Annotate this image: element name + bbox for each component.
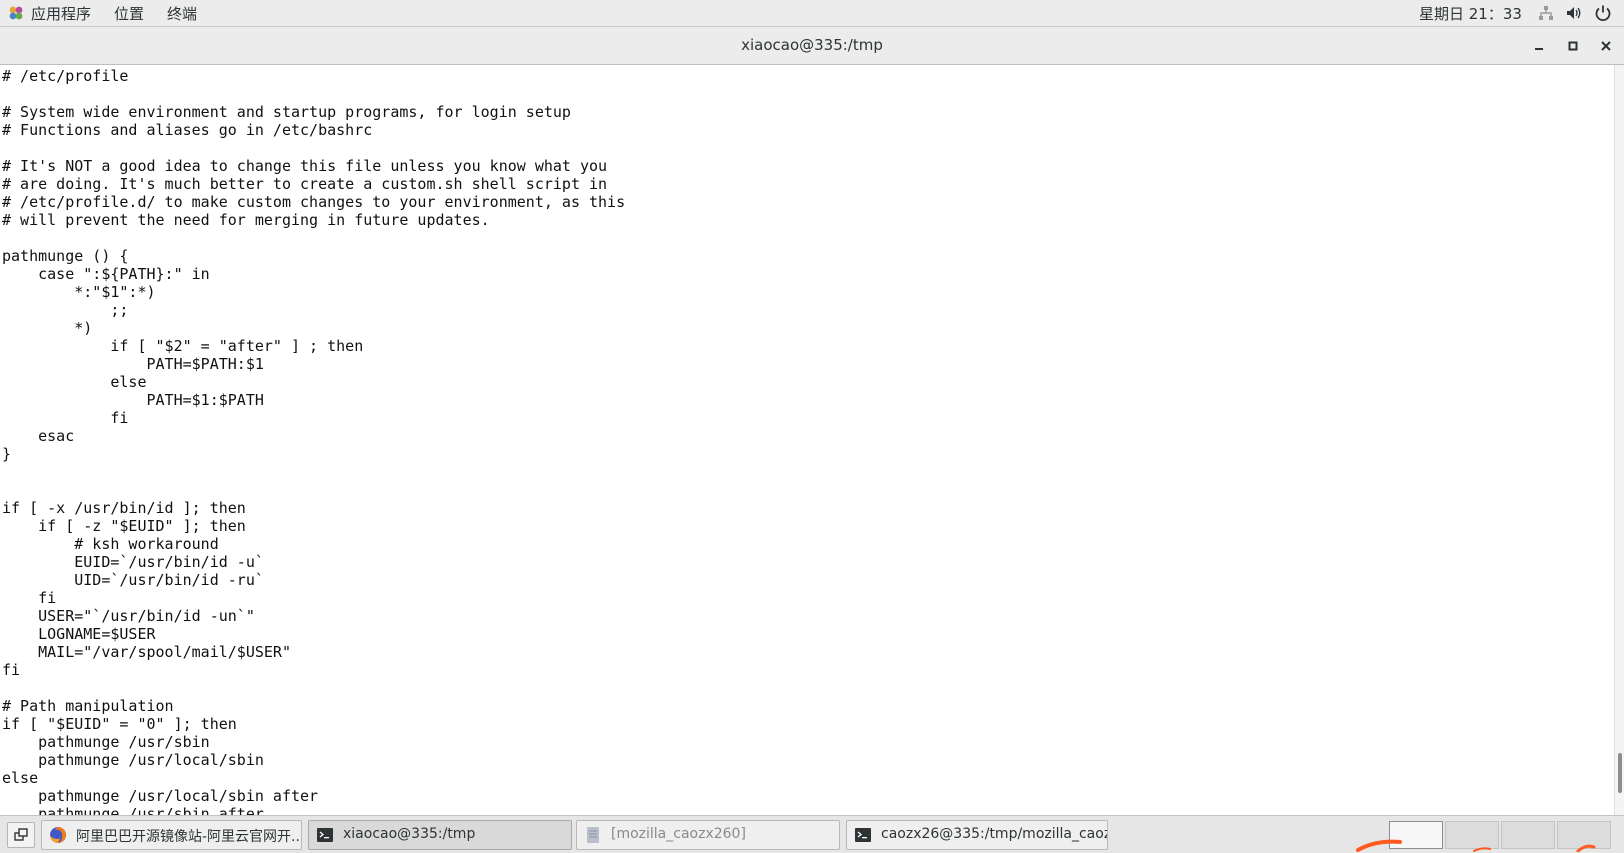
power-icon[interactable] bbox=[1594, 4, 1612, 22]
window-titlebar[interactable]: xiaocao@335:/tmp bbox=[0, 27, 1624, 65]
annotation-stroke bbox=[1356, 839, 1596, 852]
menu-terminal[interactable]: 终端 bbox=[167, 3, 197, 24]
terminal-content[interactable]: # /etc/profile # System wide environment… bbox=[0, 65, 1614, 815]
terminal-icon bbox=[317, 828, 333, 842]
top-panel: 应用程序 位置 终端 星期日 21：33 bbox=[0, 0, 1624, 27]
network-icon[interactable] bbox=[1538, 5, 1554, 21]
maximize-button[interactable] bbox=[1562, 35, 1584, 57]
taskbar-item-files[interactable]: [mozilla_caozx260] bbox=[576, 820, 840, 850]
close-icon bbox=[1601, 41, 1611, 51]
firefox-icon bbox=[50, 827, 66, 843]
terminal-icon bbox=[855, 828, 871, 842]
show-desktop-icon bbox=[14, 828, 28, 841]
clock[interactable]: 星期日 21：33 bbox=[1419, 3, 1522, 24]
taskbar-item-firefox[interactable]: 阿里巴巴开源镜像站-阿里云官网开... bbox=[41, 820, 302, 850]
scrollbar-thumb[interactable] bbox=[1618, 753, 1622, 793]
file-icon bbox=[587, 827, 599, 843]
window-title: xiaocao@335:/tmp bbox=[741, 36, 883, 54]
close-button[interactable] bbox=[1595, 35, 1617, 57]
taskbar-item-terminal[interactable]: caozx26@335:/tmp/mozilla_caozx··· bbox=[846, 820, 1108, 850]
scrollbar[interactable] bbox=[1614, 65, 1624, 815]
menu-applications[interactable]: 应用程序 bbox=[31, 3, 91, 24]
taskbar-item-terminal-active[interactable]: xiaocao@335:/tmp bbox=[308, 820, 572, 850]
apps-icon[interactable] bbox=[8, 5, 24, 21]
terminal-text[interactable]: # /etc/profile # System wide environment… bbox=[0, 65, 1614, 815]
taskbar-item-label: xiaocao@335:/tmp bbox=[343, 826, 476, 842]
volume-icon[interactable] bbox=[1566, 5, 1582, 21]
taskbar-item-label: 阿里巴巴开源镜像站-阿里云官网开... bbox=[76, 829, 302, 845]
taskbar-item-label: caozx26@335:/tmp/mozilla_caozx··· bbox=[881, 826, 1108, 842]
maximize-icon bbox=[1568, 41, 1578, 51]
show-desktop-button[interactable] bbox=[7, 822, 35, 848]
minimize-button[interactable] bbox=[1528, 35, 1550, 57]
minimize-icon bbox=[1535, 48, 1543, 50]
taskbar-item-label: [mozilla_caozx260] bbox=[611, 826, 746, 842]
menu-places[interactable]: 位置 bbox=[114, 3, 144, 24]
